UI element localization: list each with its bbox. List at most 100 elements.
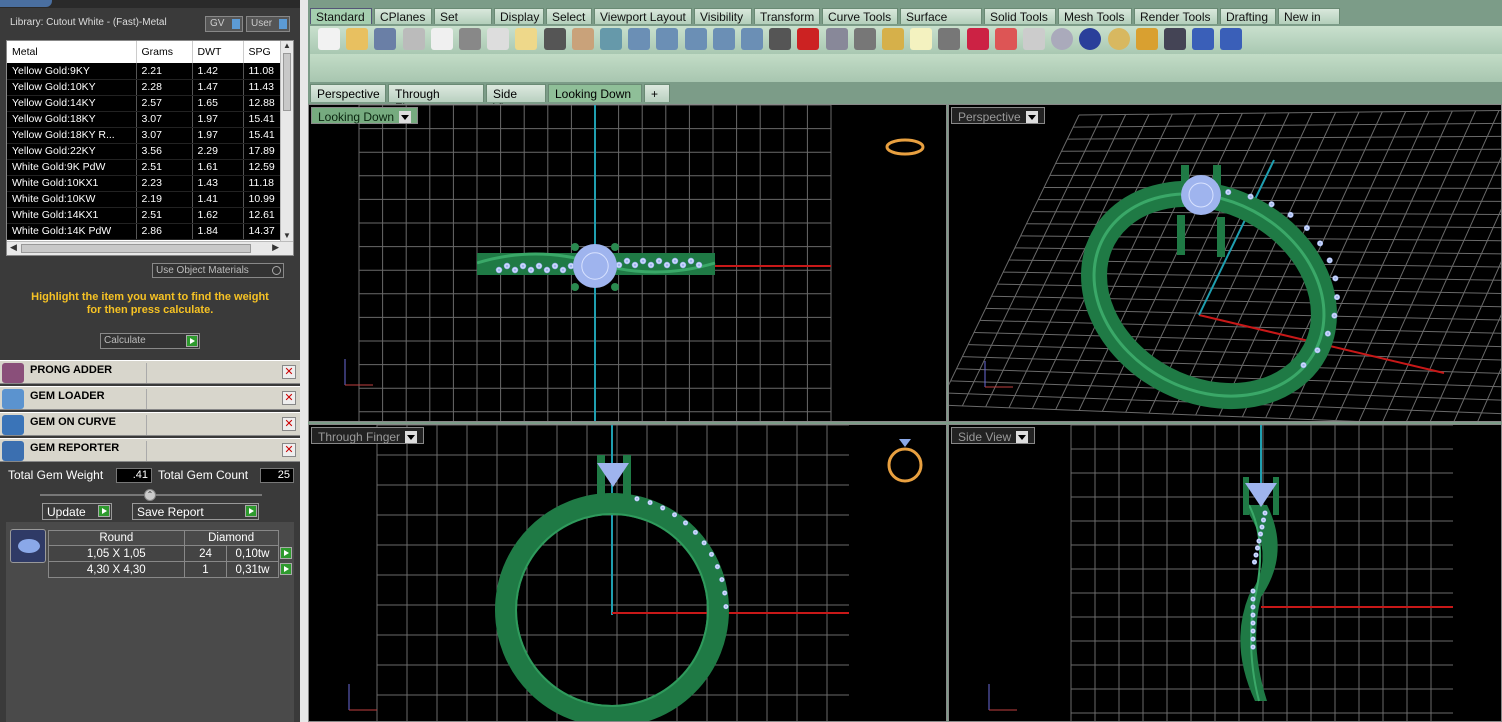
close-icon[interactable]: ✕: [282, 391, 296, 405]
four-view-icon[interactable]: [769, 28, 792, 50]
viewport-canvas[interactable]: [309, 425, 947, 722]
metal-row[interactable]: White Gold:10KX1 2.23 1.43 11.18: [7, 175, 290, 192]
analyze-icon[interactable]: [1135, 28, 1158, 50]
toolbar-tab-standard[interactable]: Standard: [310, 8, 372, 24]
total-gem-count-field[interactable]: 25: [260, 468, 294, 483]
light-icon[interactable]: [910, 28, 933, 50]
add-viewport-tab[interactable]: +: [644, 84, 670, 102]
total-gem-weight-field[interactable]: .41: [116, 468, 152, 483]
zoom-selected-icon[interactable]: [712, 28, 735, 50]
metal-table-hscroll[interactable]: ◀ ▶: [7, 241, 293, 255]
toolbar-tab-surface-tools[interactable]: Surface Tools: [900, 8, 982, 38]
gem-report-row[interactable]: 4,30 X 4,30 1 0,31tw: [48, 561, 294, 578]
viewport-title-perspective[interactable]: Perspective: [951, 107, 1045, 124]
zoom-extents-icon[interactable]: [684, 28, 707, 50]
material-icon[interactable]: [1023, 28, 1045, 50]
viewport-side-view[interactable]: Side View: [948, 424, 1502, 722]
undo-view-icon[interactable]: [741, 28, 763, 50]
metal-column-header[interactable]: Metal: [7, 41, 137, 63]
gumball-icon[interactable]: [825, 28, 848, 50]
viewport-tab-through-finger[interactable]: Through Finger: [388, 84, 484, 115]
use-object-materials-checkbox[interactable]: Use Object Materials: [152, 263, 284, 278]
gv-toggle[interactable]: GV: [205, 16, 243, 32]
render-shade-icon[interactable]: [1051, 28, 1074, 50]
new-icon[interactable]: [318, 28, 340, 50]
viewport-canvas[interactable]: [309, 105, 947, 422]
toolbar-tab-display[interactable]: Display: [494, 8, 544, 24]
print-icon[interactable]: [402, 28, 425, 50]
plugin-gem-loader[interactable]: GEM LOADER ✕: [0, 386, 300, 410]
settings-icon[interactable]: [1164, 28, 1186, 50]
plugin-prong-adder[interactable]: PRONG ADDER ✕: [0, 360, 300, 384]
metal-row[interactable]: Yellow Gold:22KY 3.56 2.29 17.89: [7, 143, 290, 160]
save-report-button[interactable]: Save Report: [132, 503, 259, 520]
lock-icon[interactable]: [938, 28, 961, 50]
toolbar-tab-select[interactable]: Select: [546, 8, 592, 24]
metal-row[interactable]: White Gold:14K PdW 2.86 1.84 14.37: [7, 223, 290, 240]
toolbar-tab-render-tools[interactable]: Render Tools: [1134, 8, 1218, 24]
open-icon[interactable]: [346, 28, 369, 50]
toolbar-tab-transform[interactable]: Transform: [754, 8, 820, 24]
close-icon[interactable]: ✕: [282, 417, 296, 431]
color-icon[interactable]: [994, 28, 1017, 50]
toolbar-tab-solid-tools[interactable]: Solid Tools: [984, 8, 1056, 24]
select-gems-button[interactable]: [278, 546, 293, 562]
viewport-tab-looking-down[interactable]: Looking Down: [548, 84, 642, 102]
toolbar-tab-cplanes[interactable]: CPlanes: [374, 8, 432, 24]
select-gems-button[interactable]: [278, 562, 293, 578]
cplane-icon[interactable]: [882, 28, 904, 50]
viewport-looking-down[interactable]: Looking Down: [308, 104, 947, 422]
zoom-window-icon[interactable]: [656, 28, 679, 50]
viewport-title-side-view[interactable]: Side View: [951, 427, 1036, 444]
metal-row[interactable]: White Gold:14KX1 2.51 1.62 12.61: [7, 207, 290, 224]
viewport-canvas[interactable]: [949, 105, 1502, 422]
metal-row[interactable]: Yellow Gold:18KY R... 3.07 1.97 15.41: [7, 127, 290, 144]
toolbar-tab-set-view[interactable]: Set View: [434, 8, 492, 38]
zoom-in-icon[interactable]: [628, 28, 651, 50]
osnap-icon[interactable]: [853, 28, 876, 50]
import-icon[interactable]: [430, 28, 453, 50]
help-icon[interactable]: [1220, 28, 1243, 50]
user-toggle[interactable]: User: [246, 16, 290, 32]
metal-table-vscroll[interactable]: ▲ ▼: [280, 41, 293, 241]
slider-handle[interactable]: ⌃: [144, 489, 156, 501]
paste-icon[interactable]: [515, 28, 538, 50]
pan-icon[interactable]: [571, 28, 594, 50]
close-icon[interactable]: ✕: [282, 443, 296, 457]
toolbar-tab-curve-tools[interactable]: Curve Tools: [822, 8, 898, 24]
plugin-gem-on-curve[interactable]: GEM ON CURVE ✕: [0, 412, 300, 436]
metal-column-header[interactable]: DWT: [192, 41, 244, 63]
car-icon[interactable]: [797, 28, 820, 50]
viewport-perspective[interactable]: Perspective: [948, 104, 1502, 422]
update-button[interactable]: Update: [42, 503, 112, 520]
undo-icon[interactable]: [543, 28, 566, 50]
viewport-title-looking-down[interactable]: Looking Down: [311, 107, 419, 124]
toolbar-tab-mesh-tools[interactable]: Mesh Tools: [1058, 8, 1132, 24]
viewport-canvas[interactable]: [949, 425, 1502, 722]
rotate-icon[interactable]: [600, 28, 622, 50]
toolbar-tab-drafting[interactable]: Drafting: [1220, 8, 1276, 24]
close-icon[interactable]: ✕: [282, 365, 296, 379]
sphere-icon[interactable]: [1107, 28, 1130, 50]
calculate-button[interactable]: Calculate: [100, 333, 200, 349]
toolbar-tab-new-in-v5[interactable]: New in V5: [1278, 8, 1340, 38]
layer-icon[interactable]: [966, 28, 989, 50]
gem-report-row[interactable]: 1,05 X 1,05 24 0,10tw: [48, 545, 294, 562]
save-icon[interactable]: [374, 28, 397, 50]
plugin-gem-reporter[interactable]: GEM REPORTER ✕: [0, 438, 300, 462]
metal-row[interactable]: Yellow Gold:9KY 2.21 1.42 11.08: [7, 63, 290, 80]
toolbar-tab-viewport-layout[interactable]: Viewport Layout: [594, 8, 692, 24]
viewport-tab-side-view[interactable]: Side View: [486, 84, 546, 115]
gem-slider[interactable]: ⌃: [40, 489, 262, 501]
viewport-through-finger[interactable]: Through Finger: [308, 424, 947, 722]
render-icon[interactable]: [1079, 28, 1102, 50]
metal-row[interactable]: Yellow Gold:10KY 2.28 1.47 11.43: [7, 79, 290, 96]
viewport-tab-perspective[interactable]: Perspective: [310, 84, 386, 102]
metal-row[interactable]: Yellow Gold:14KY 2.57 1.65 12.88: [7, 95, 290, 112]
metal-row[interactable]: White Gold:9K PdW 2.51 1.61 12.59: [7, 159, 290, 176]
grid-icon[interactable]: [1192, 28, 1215, 50]
toolbar-tab-visibility[interactable]: Visibility: [694, 8, 752, 24]
metal-row[interactable]: Yellow Gold:18KY 3.07 1.97 15.41: [7, 111, 290, 128]
viewport-title-through-finger[interactable]: Through Finger: [311, 427, 425, 444]
cut-icon[interactable]: [459, 28, 481, 50]
